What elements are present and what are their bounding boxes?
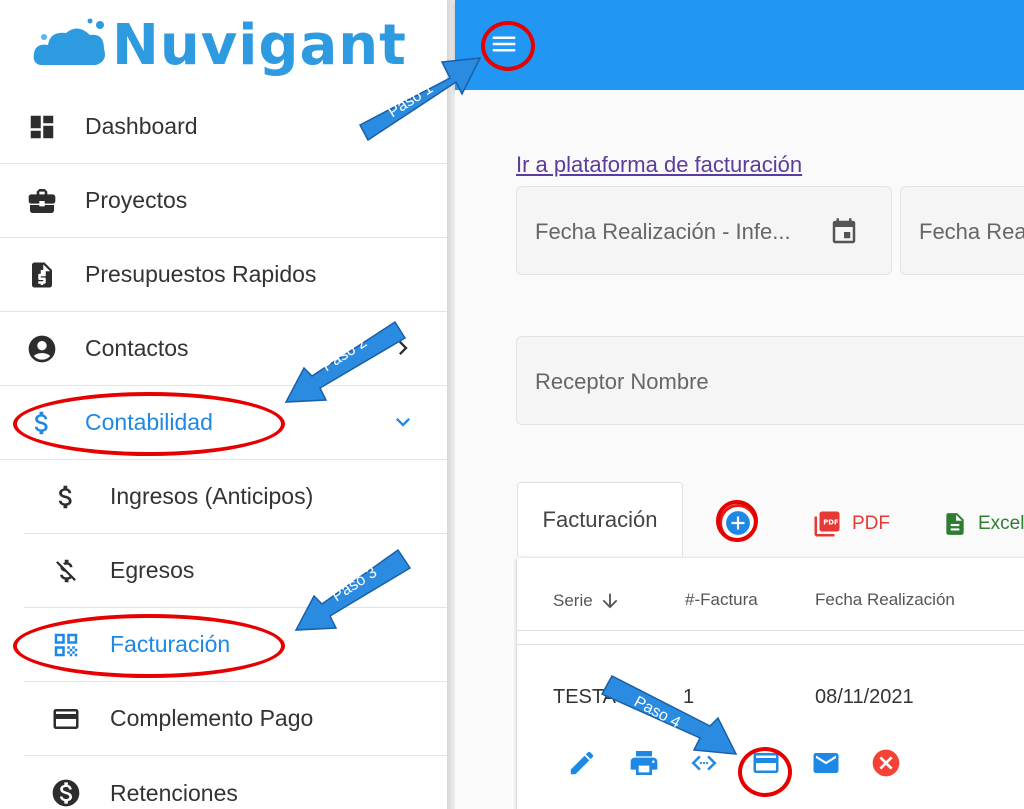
export-excel-button[interactable]: Excel — [942, 506, 1024, 542]
column-header-numero[interactable]: #-Factura — [685, 590, 758, 610]
edit-button[interactable] — [563, 744, 601, 782]
app-bar — [455, 0, 1024, 90]
code-icon — [691, 755, 717, 771]
arrow-down-icon — [602, 593, 618, 609]
sidebar-item-label: Facturación — [110, 631, 231, 657]
excel-label: Excel — [978, 513, 1024, 534]
cell-fecha: 08/11/2021 — [815, 686, 914, 708]
sidebar-item-facturacion[interactable]: Facturación — [24, 608, 447, 682]
chevron-down-icon — [396, 418, 410, 427]
dollar-icon — [50, 481, 82, 513]
sidebar-item-egresos[interactable]: Egresos — [24, 534, 447, 608]
xml-button[interactable] — [685, 744, 723, 782]
account-circle-icon — [26, 333, 58, 365]
sidebar-item-contactos[interactable]: Contactos — [0, 312, 447, 386]
date-from-placeholder: Fecha Realización - Infe... — [535, 219, 791, 244]
sidebar-item-label: Contabilidad — [85, 409, 213, 435]
dollar-icon — [26, 407, 58, 439]
column-header-label: Serie — [553, 591, 593, 610]
sidebar-item-complemento-pago[interactable]: Complemento Pago — [24, 682, 447, 756]
sidebar-item-proyectos[interactable]: Proyectos — [0, 164, 447, 238]
cell-serie: TESTA — [553, 686, 616, 708]
email-button[interactable] — [807, 744, 845, 782]
cancel-icon — [872, 749, 900, 777]
sidebar-item-label: Contactos — [85, 335, 189, 361]
cancel-invoice-button[interactable] — [867, 744, 905, 782]
sidebar-item-label: Dashboard — [85, 113, 198, 139]
tab-facturacion[interactable]: Facturación — [517, 482, 683, 556]
sidebar-item-dashboard[interactable]: Dashboard — [0, 90, 447, 164]
sidebar-item-retenciones[interactable]: Retenciones — [24, 756, 447, 809]
sidebar-item-label: Ingresos (Anticipos) — [110, 483, 314, 509]
credit-card-icon — [753, 753, 779, 773]
credit-card-icon — [50, 703, 82, 735]
dashboard-icon — [26, 111, 58, 143]
print-button[interactable] — [625, 744, 663, 782]
calendar-icon[interactable] — [829, 217, 859, 247]
column-header-fecha[interactable]: Fecha Realización — [815, 590, 955, 610]
pdf-label: PDF — [852, 513, 890, 534]
sidebar-item-label: Complemento Pago — [110, 705, 314, 731]
hamburger-icon — [492, 36, 516, 52]
sidebar-item-label: Egresos — [110, 557, 195, 583]
invoices-table: Serie #-Factura Fecha Realización TESTA … — [517, 558, 1024, 809]
sidebar-item-ingresos[interactable]: Ingresos (Anticipos) — [24, 460, 447, 534]
sidebar-item-presupuestos[interactable]: Presupuestos Rapidos — [0, 238, 447, 312]
cell-numero: 1 — [683, 686, 695, 708]
sidebar-item-label: Presupuestos Rapidos — [85, 261, 317, 287]
brand-name: Nuvigant — [112, 12, 407, 78]
sidebar: Nuvigant Dashboard Proyectos Presupuesto… — [0, 0, 447, 809]
dollar-circle-icon — [50, 777, 82, 809]
row-divider — [517, 644, 1024, 645]
brand-logo: Nuvigant — [30, 10, 407, 80]
pdf-icon: PDF — [814, 511, 840, 537]
payment-complement-button[interactable] — [747, 744, 785, 782]
mail-icon — [813, 753, 839, 773]
date-from-field[interactable]: Fecha Realización - Infe... — [516, 186, 892, 275]
add-circle-icon — [726, 511, 750, 535]
receiver-name-field[interactable]: Receptor Nombre — [516, 336, 1024, 425]
header-divider — [517, 630, 1024, 631]
sidebar-item-label: Retenciones — [110, 779, 238, 806]
main-content: Ir a plataforma de facturación Fecha Rea… — [455, 90, 1024, 809]
cloud-logo-icon — [33, 18, 105, 66]
receiver-name-placeholder: Receptor Nombre — [535, 369, 709, 394]
date-to-placeholder: Fecha Rea — [919, 219, 1024, 244]
chevron-right-icon — [399, 341, 408, 355]
column-header-serie[interactable]: Serie — [553, 590, 621, 612]
add-invoice-button[interactable] — [719, 504, 757, 542]
invoice-icon — [26, 259, 58, 291]
sidebar-divider — [447, 0, 455, 809]
sidebar-item-label: Proyectos — [85, 187, 188, 213]
menu-button[interactable] — [480, 20, 528, 68]
export-pdf-button[interactable]: PDF PDF — [812, 506, 890, 542]
sidebar-item-contabilidad[interactable]: Contabilidad — [0, 386, 447, 460]
pencil-icon — [570, 751, 594, 775]
billing-platform-link[interactable]: Ir a plataforma de facturación — [516, 152, 802, 178]
svg-text:PDF: PDF — [823, 519, 839, 527]
printer-icon — [630, 751, 658, 775]
money-off-icon — [50, 555, 82, 587]
briefcase-icon — [26, 185, 58, 217]
qr-code-icon — [50, 629, 82, 661]
date-to-field[interactable]: Fecha Rea — [900, 186, 1024, 275]
spreadsheet-icon — [946, 513, 964, 535]
